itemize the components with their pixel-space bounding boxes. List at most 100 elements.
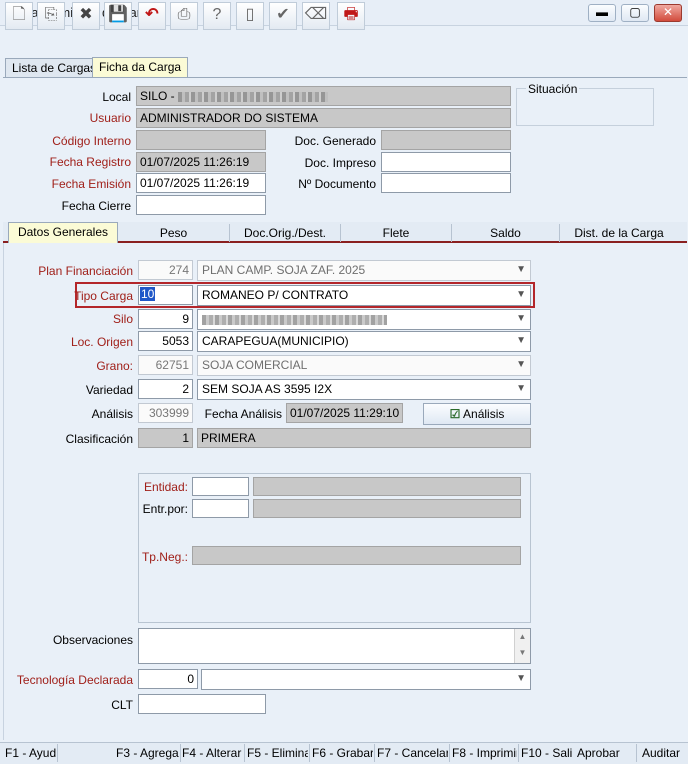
doc-impreso-field[interactable] <box>381 152 511 172</box>
fecha-emision-field[interactable]: 01/07/2025 11:26:19 <box>136 173 266 193</box>
tipo-carga-label: Tipo Carga <box>74 289 133 303</box>
toolbar-help-button[interactable]: ? <box>203 2 231 30</box>
local-label: Local <box>102 90 131 104</box>
toolbar-copy-button[interactable]: ⎘ <box>37 2 65 30</box>
doc-generado-label: Doc. Generado <box>294 134 376 148</box>
scroll-down-icon[interactable]: ▼ <box>519 648 527 657</box>
redacted-text <box>178 91 329 102</box>
toolbar-report-button[interactable]: 🖶 <box>337 2 365 30</box>
fecha-cierre-field[interactable] <box>136 195 266 215</box>
doc-generado-field <box>381 130 511 150</box>
local-value: SILO - <box>140 89 175 103</box>
tab-saldo[interactable]: Saldo <box>452 224 560 242</box>
status-f10-salir[interactable]: F10 - Salir <box>521 746 573 760</box>
chevron-down-icon: ▼ <box>516 359 526 370</box>
entidad-label: Entidad: <box>143 480 188 494</box>
observaciones-scrollbar[interactable]: ▲ ▼ <box>514 629 530 663</box>
tab-ficha-da-carga[interactable]: Ficha da Carga <box>92 57 189 78</box>
entidad-code[interactable] <box>192 477 249 496</box>
delete-icon: ✖ <box>79 6 93 23</box>
chevron-down-icon: ▼ <box>516 673 526 684</box>
chevron-down-icon: ▼ <box>516 313 526 324</box>
fecha-emision-label: Fecha Emisión <box>51 177 131 191</box>
grano-label: Grano: <box>96 359 133 373</box>
loc-origen-code[interactable]: 5053 <box>138 331 193 351</box>
tecnologia-select[interactable]: ▼ <box>201 669 531 690</box>
edit-icon: ▯ <box>245 6 255 23</box>
fecha-analisis-label: Fecha Análisis <box>204 407 282 421</box>
observaciones-label: Observaciones <box>52 633 133 647</box>
situacion-label: Situación <box>526 82 580 96</box>
chart-check-icon: ☑ <box>449 407 461 421</box>
tab-dist-de-la-carga[interactable]: Dist. de la Carga <box>560 224 678 242</box>
scroll-up-icon[interactable]: ▲ <box>519 632 527 641</box>
eraser-icon: ⌫ <box>304 6 328 23</box>
tab-lista-de-cargas[interactable]: Lista de Cargas <box>5 58 104 77</box>
toolbar-edit-button[interactable]: ▯ <box>236 2 264 30</box>
confirm-icon: ✔ <box>276 6 290 23</box>
status-f6-grabar[interactable]: F6 - Grabar <box>312 746 373 760</box>
variedad-code[interactable]: 2 <box>138 379 193 399</box>
observaciones-textarea[interactable]: ▲ ▼ <box>138 628 531 664</box>
analisis-button[interactable]: ☑ Análisis <box>423 403 531 425</box>
clt-field[interactable] <box>138 694 266 714</box>
close-button[interactable]: ✕ <box>654 4 682 22</box>
status-f1-ayuda[interactable]: F1 - Ayuda <box>5 746 56 760</box>
silo-select[interactable]: ▼ <box>197 309 531 330</box>
tecnologia-code[interactable]: 0 <box>138 669 198 689</box>
codigo-interno-field <box>136 130 266 150</box>
tipo-carga-code[interactable]: 10 <box>138 285 193 305</box>
tab-doc-orig-dest[interactable]: Doc.Orig./Dest. <box>230 224 341 242</box>
status-f5-eliminar[interactable]: F5 - Eliminar <box>247 746 308 760</box>
tab-datos-generales[interactable]: Datos Generales <box>8 222 118 243</box>
loc-origen-select[interactable]: CARAPEGUA(MUNICIPIO) ▼ <box>197 331 531 352</box>
tecnologia-label: Tecnología Declarada <box>16 673 133 687</box>
variedad-value: SEM SOJA AS 3595 I2X <box>202 382 333 396</box>
tab-flete[interactable]: Flete <box>341 224 452 242</box>
variedad-select[interactable]: SEM SOJA AS 3595 I2X ▼ <box>197 379 531 400</box>
entidad-name <box>253 477 521 496</box>
toolbar-undo-button[interactable]: ↶ <box>138 2 166 30</box>
status-separator <box>57 744 58 762</box>
maximize-button[interactable]: ▢ <box>621 4 649 22</box>
toolbar-eraser-button[interactable]: ⌫ <box>302 2 330 30</box>
toolbar-new-button[interactable]: 🗋 <box>5 2 33 30</box>
nro-documento-field[interactable] <box>381 173 511 193</box>
toolbar-confirm-button[interactable]: ✔ <box>269 2 297 30</box>
analisis-code: 303999 <box>138 403 193 423</box>
plan-financiacion-code: 274 <box>138 260 193 280</box>
tipo-carga-value: ROMANEO P/ CONTRATO <box>202 288 349 302</box>
chevron-down-icon: ▼ <box>516 335 526 346</box>
tp-neg-field <box>192 546 521 565</box>
status-f3-agregar[interactable]: F3 - Agregar <box>116 746 179 760</box>
status-f7-cancelar[interactable]: F7 - Cancelar <box>377 746 448 760</box>
usuario-label: Usuario <box>89 111 131 125</box>
tab-peso[interactable]: Peso <box>118 224 230 242</box>
loc-origen-label: Loc. Origen <box>70 335 133 349</box>
minimize-button[interactable]: ▬ <box>588 4 616 22</box>
copy-icon: ⎘ <box>44 6 58 23</box>
entr-por-label: Entr.por: <box>142 502 188 516</box>
plan-financiacion-select: PLAN CAMP. SOJA ZAF. 2025 ▼ <box>197 260 531 281</box>
undo-icon: ↶ <box>145 6 159 23</box>
status-aprobar[interactable]: Aprobar <box>577 746 625 760</box>
grano-value: SOJA COMERCIAL <box>202 358 308 372</box>
doc-impreso-label: Doc. Impreso <box>304 156 376 170</box>
codigo-interno-label: Código Interno <box>52 134 131 148</box>
status-separator <box>518 744 519 762</box>
silo-label: Silo <box>112 312 133 326</box>
toolbar-save-button[interactable]: 💾 <box>104 2 132 30</box>
toolbar-delete-button[interactable]: ✖ <box>72 2 100 30</box>
fecha-analisis-field: 01/07/2025 11:29:10 <box>286 403 403 423</box>
plan-financiacion-value: PLAN CAMP. SOJA ZAF. 2025 <box>202 263 366 277</box>
entr-por-code[interactable] <box>192 499 249 518</box>
fecha-cierre-label: Fecha Cierre <box>61 199 131 213</box>
toolbar-print-button[interactable]: ⎙ <box>170 2 198 30</box>
tipo-carga-select[interactable]: ROMANEO P/ CONTRATO ▼ <box>197 285 531 306</box>
status-auditar[interactable]: Auditar <box>642 746 686 760</box>
silo-code[interactable]: 9 <box>138 309 193 329</box>
nro-documento-label: Nº Documento <box>298 177 376 191</box>
status-f8-imprimir[interactable]: F8 - Imprimir <box>452 746 517 760</box>
status-separator <box>180 744 181 762</box>
status-f4-alterar[interactable]: F4 - Alterar <box>182 746 243 760</box>
